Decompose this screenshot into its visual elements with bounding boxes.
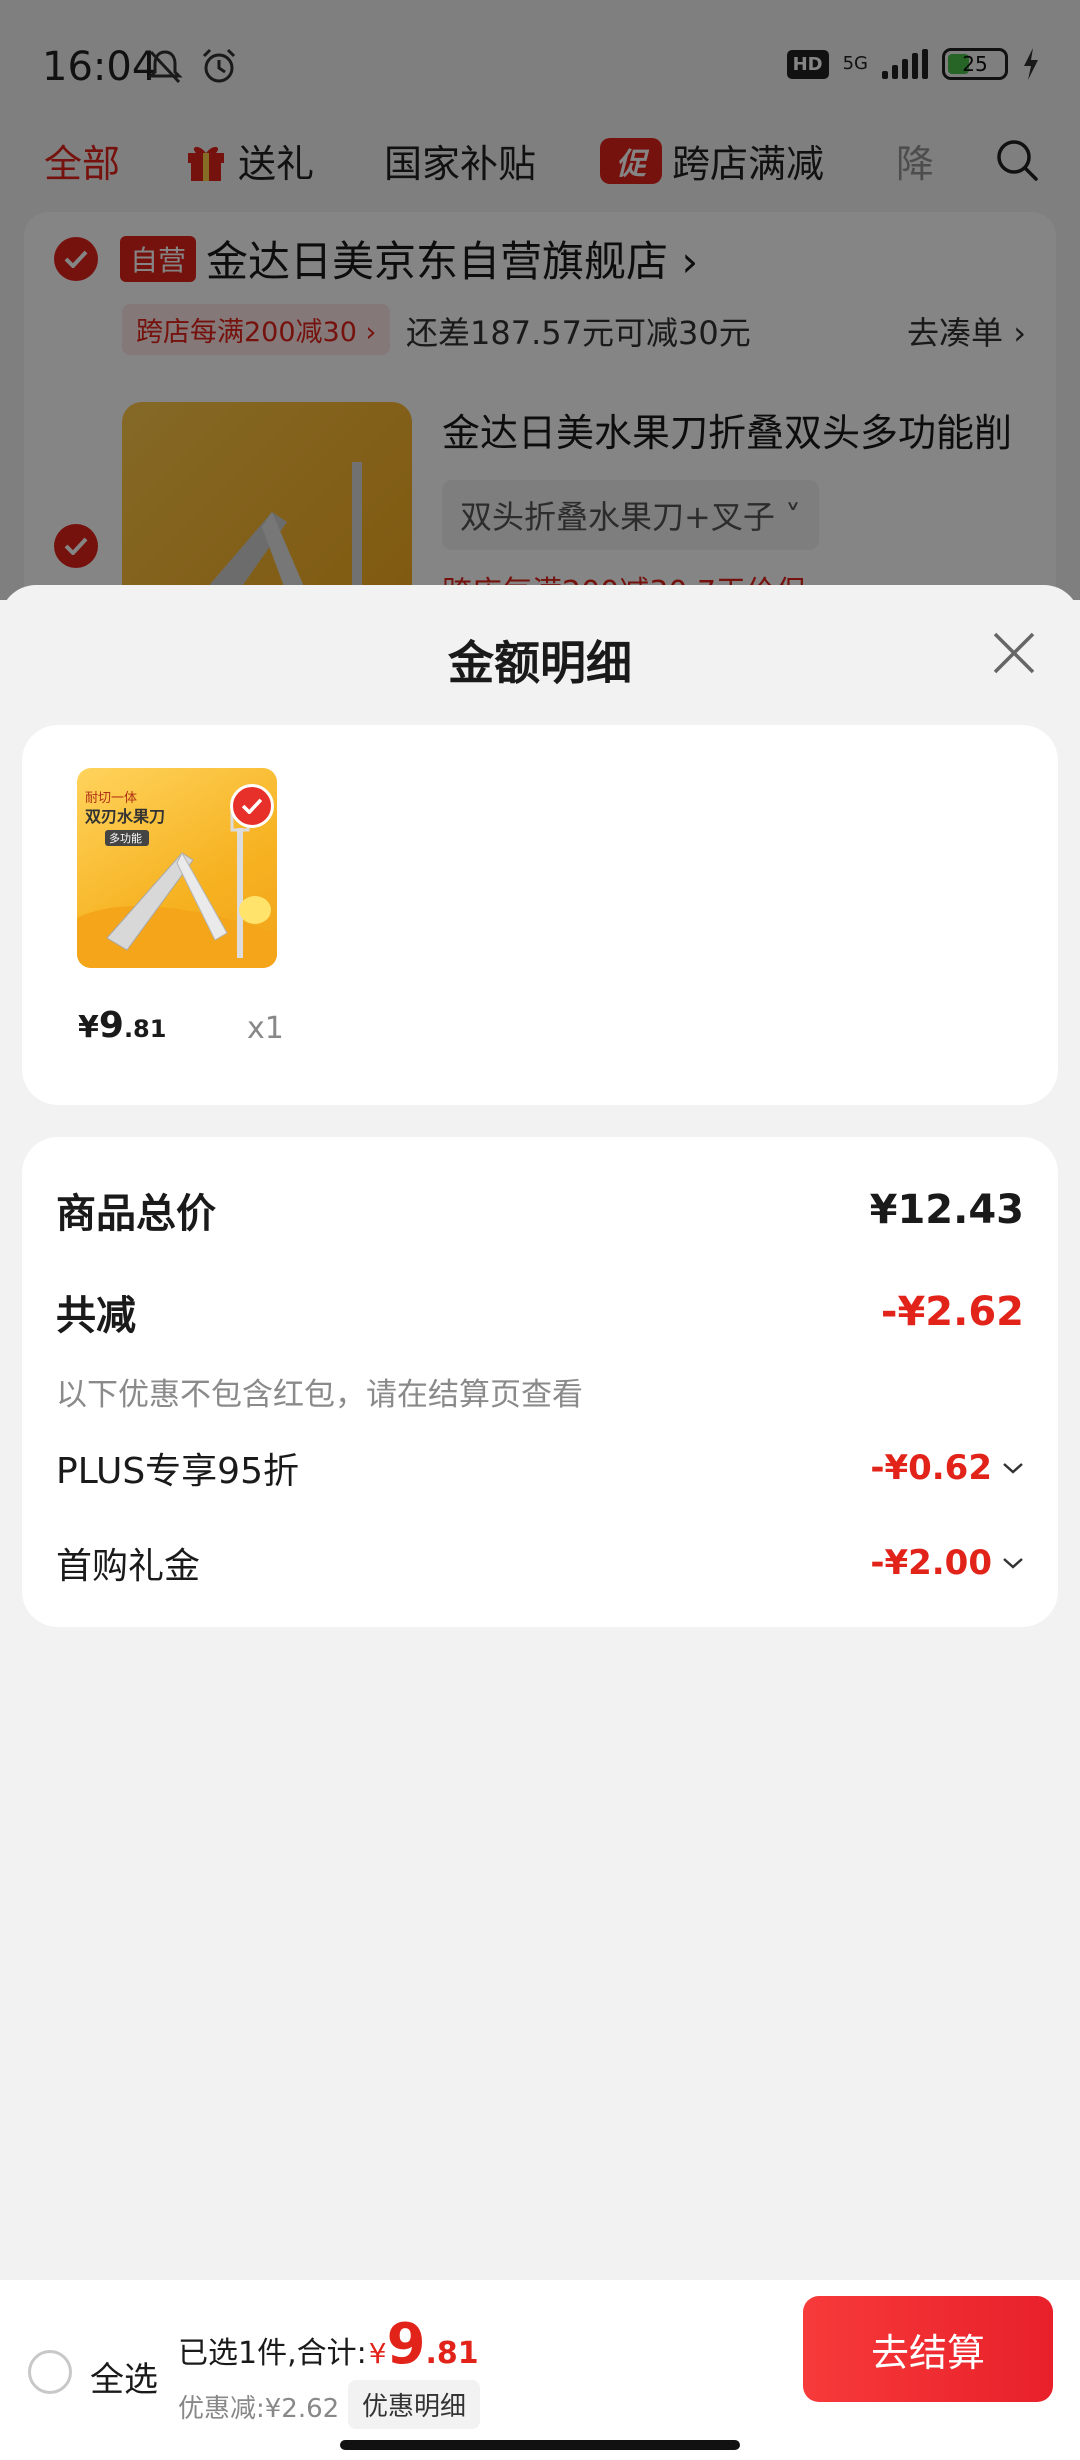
selection-summary: 已选1件,合计: ¥9.81 bbox=[178, 2312, 479, 2377]
product-price-symbol: ¥ bbox=[78, 1010, 99, 1045]
discount-label: PLUS专享95折 bbox=[56, 1451, 299, 1492]
discount-summary: 优惠减:¥2.62 bbox=[178, 2394, 340, 2424]
image-caption-top: 耐切一体 bbox=[85, 791, 137, 806]
select-all-checkbox[interactable] bbox=[28, 2350, 72, 2394]
product-price: ¥9.81 bbox=[78, 1005, 166, 1046]
product-price-integer: 9 bbox=[98, 1005, 124, 1046]
amount-detail-sheet: 金额明细 耐切一体 双刃水果刀 多功能 ¥9.81 x1 商品总价 ¥12.43… bbox=[0, 585, 1080, 2460]
close-icon[interactable] bbox=[990, 629, 1038, 677]
reduction-note: 以下优惠不包含红包，请在结算页查看 bbox=[56, 1377, 583, 1413]
checkout-button[interactable]: 去结算 bbox=[803, 2296, 1053, 2402]
total-reduction-label: 共减 bbox=[56, 1293, 136, 1339]
total-decimal: .81 bbox=[425, 2336, 479, 2371]
image-caption-main: 双刃水果刀 bbox=[85, 807, 165, 826]
summary-prefix: 已选1件,合计: bbox=[178, 2336, 367, 2371]
discount-value: -¥2.00 bbox=[870, 1543, 992, 1583]
price-detail-card: 商品总价 ¥12.43 共减 -¥2.62 以下优惠不包含红包，请在结算页查看 … bbox=[22, 1137, 1058, 1627]
chevron-down-icon bbox=[1003, 1463, 1023, 1474]
total-symbol: ¥ bbox=[368, 2337, 387, 2370]
sheet-title: 金额明细 bbox=[448, 636, 632, 690]
total-reduction-row: 共减 -¥2.62 bbox=[56, 1283, 1024, 1341]
checkout-bar: 全选 已选1件,合计: ¥9.81 优惠减:¥2.62 优惠明细 去结算 bbox=[0, 2280, 1080, 2460]
image-caption-tag: 多功能 bbox=[109, 831, 142, 845]
discount-label: 首购礼金 bbox=[56, 1546, 201, 1587]
total-integer: 9 bbox=[386, 2312, 426, 2377]
total-price-label: 商品总价 bbox=[56, 1191, 216, 1237]
discount-row[interactable]: 首购礼金 -¥2.00 bbox=[56, 1537, 1024, 1589]
chevron-down-icon bbox=[1003, 1558, 1023, 1569]
total-price-row: 商品总价 ¥12.43 bbox=[56, 1181, 1024, 1239]
select-all-label[interactable]: 全选 bbox=[90, 2352, 158, 2401]
home-indicator[interactable] bbox=[340, 2440, 740, 2450]
selected-products-card: 耐切一体 双刃水果刀 多功能 ¥9.81 x1 bbox=[22, 725, 1058, 1105]
discount-detail-button[interactable]: 优惠明细 bbox=[348, 2380, 481, 2429]
check-icon bbox=[241, 798, 263, 814]
total-price-value: ¥12.43 bbox=[869, 1187, 1024, 1233]
product-image[interactable]: 耐切一体 双刃水果刀 多功能 bbox=[77, 768, 277, 968]
product-selected-check[interactable] bbox=[230, 784, 274, 828]
discount-value-wrap: -¥0.62 bbox=[870, 1448, 1024, 1488]
discount-row[interactable]: PLUS专享95折 -¥0.62 bbox=[56, 1442, 1024, 1494]
modal-overlay[interactable] bbox=[0, 0, 1080, 600]
discount-value: -¥0.62 bbox=[870, 1448, 992, 1488]
product-price-decimal: .81 bbox=[123, 1015, 167, 1043]
discount-value-wrap: -¥2.00 bbox=[870, 1543, 1024, 1583]
product-quantity: x1 bbox=[247, 1011, 284, 1046]
total-reduction-value: -¥2.62 bbox=[880, 1289, 1024, 1335]
